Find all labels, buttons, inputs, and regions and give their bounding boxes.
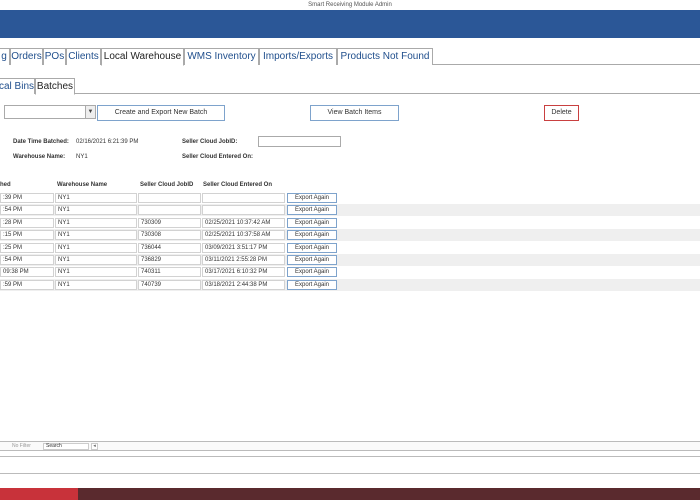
header-banner bbox=[0, 10, 700, 38]
table-row[interactable]: :54 PM NY1 736829 03/11/2021 2:55:28 PM Expo… bbox=[0, 254, 700, 266]
cell-warehouse-name[interactable]: NY1 bbox=[55, 255, 137, 265]
warehouse-name-value: NY1 bbox=[76, 154, 88, 160]
no-filter-indicator[interactable]: No Filter bbox=[12, 443, 31, 450]
table-row[interactable]: :59 PM NY1 740739 03/18/2021 2:44:38 PM Expo… bbox=[0, 278, 700, 291]
export-again-button[interactable]: Export Again bbox=[287, 279, 337, 290]
record-navigation-bar: No Filter Search ◂ bbox=[0, 441, 700, 451]
subtab-batches[interactable]: Batches bbox=[35, 78, 75, 95]
cell-date-batched[interactable]: :15 PM bbox=[0, 230, 54, 241]
export-again-button[interactable]: Export Again bbox=[287, 242, 337, 253]
cell-date-batched[interactable]: 09:38 PM bbox=[0, 267, 54, 278]
tab-partial[interactable]: g bbox=[0, 48, 10, 65]
cell-warehouse-name[interactable]: NY1 bbox=[55, 230, 137, 241]
header-date-batched: hed bbox=[0, 182, 11, 188]
taskbar-band bbox=[0, 488, 700, 500]
cell-seller-cloud-entered-on[interactable]: 03/17/2021 6:10:32 PM bbox=[202, 267, 285, 278]
tab-imports-exports[interactable]: Imports/Exports bbox=[259, 48, 337, 65]
cell-seller-cloud-entered-on[interactable]: 03/18/2021 2:44:38 PM bbox=[202, 279, 285, 290]
cell-seller-cloud-entered-on[interactable]: 02/25/2021 10:37:42 AM bbox=[202, 217, 285, 228]
export-again-button[interactable]: Export Again bbox=[287, 255, 337, 265]
table-row[interactable]: :25 PM NY1 736044 03/09/2021 3:51:17 PM Expo… bbox=[0, 242, 700, 254]
header-seller-cloud-entered-on: Seller Cloud Entered On bbox=[203, 182, 273, 188]
warehouse-name-label: Warehouse Name: bbox=[13, 154, 66, 160]
cell-warehouse-name[interactable]: NY1 bbox=[55, 242, 137, 253]
header-warehouse-name: Warehouse Name bbox=[57, 182, 108, 188]
cell-seller-cloud-entered-on[interactable]: 03/11/2021 2:55:28 PM bbox=[202, 255, 285, 265]
cell-seller-cloud-jobid[interactable]: 740311 bbox=[138, 267, 201, 278]
cell-warehouse-name[interactable]: NY1 bbox=[55, 279, 137, 290]
cell-seller-cloud-jobid[interactable]: 730309 bbox=[138, 217, 201, 228]
tab-local-warehouse[interactable]: Local Warehouse bbox=[101, 48, 184, 66]
table-row[interactable]: 09:38 PM NY1 740311 03/17/2021 6:10:32 PM Ex… bbox=[0, 266, 700, 278]
cell-date-batched[interactable]: :39 PM bbox=[0, 193, 54, 203]
cell-date-batched[interactable]: :25 PM bbox=[0, 242, 54, 253]
window-titlebar: Smart Receiving Module Admin bbox=[0, 0, 700, 10]
table-row[interactable]: :54 PM NY1 Export Again bbox=[0, 204, 700, 217]
date-batched-value: 02/16/2021 6:21:39 PM bbox=[76, 139, 139, 145]
cell-seller-cloud-entered-on[interactable] bbox=[202, 193, 285, 203]
cell-seller-cloud-jobid[interactable]: 730308 bbox=[138, 230, 201, 241]
cell-date-batched[interactable]: :54 PM bbox=[0, 205, 54, 216]
tab-orders[interactable]: Orders bbox=[10, 48, 43, 65]
cell-seller-cloud-jobid[interactable]: 736044 bbox=[138, 242, 201, 253]
tab-pos[interactable]: POs bbox=[43, 48, 66, 65]
tab-clients[interactable]: Clients bbox=[66, 48, 101, 65]
export-again-button[interactable]: Export Again bbox=[287, 193, 337, 203]
subtab-local-bins[interactable]: cal Bins bbox=[0, 78, 35, 94]
status-bar bbox=[0, 456, 700, 474]
table-row[interactable]: :28 PM NY1 730309 02/25/2021 10:37:42 AM Exp… bbox=[0, 217, 700, 229]
seller-cloud-jobid-label: Seller Cloud JobID: bbox=[182, 139, 238, 145]
seller-cloud-jobid-field[interactable] bbox=[258, 136, 341, 147]
header-seller-cloud-jobid: Seller Cloud JobID bbox=[140, 182, 194, 188]
cell-date-batched[interactable]: :59 PM bbox=[0, 279, 54, 290]
table-row[interactable]: :15 PM NY1 730308 02/25/2021 10:37:58 AM Exp… bbox=[0, 229, 700, 242]
export-again-button[interactable]: Export Again bbox=[287, 230, 337, 241]
cell-warehouse-name[interactable]: NY1 bbox=[55, 205, 137, 216]
cell-seller-cloud-jobid[interactable]: 740739 bbox=[138, 279, 201, 290]
search-input[interactable]: Search bbox=[43, 443, 89, 450]
cell-seller-cloud-jobid[interactable] bbox=[138, 193, 201, 203]
chevron-left-icon[interactable]: ◂ bbox=[91, 443, 98, 450]
table-row[interactable]: :39 PM NY1 Export Again bbox=[0, 192, 700, 204]
cell-date-batched[interactable]: :54 PM bbox=[0, 255, 54, 265]
view-batch-items-button[interactable]: View Batch Items bbox=[310, 105, 399, 121]
cell-seller-cloud-jobid[interactable]: 736829 bbox=[138, 255, 201, 265]
batch-select[interactable]: ▼ bbox=[4, 105, 96, 119]
seller-cloud-entered-label: Seller Cloud Entered On: bbox=[182, 154, 254, 160]
chevron-down-icon[interactable]: ▼ bbox=[85, 106, 95, 118]
export-again-button[interactable]: Export Again bbox=[287, 205, 337, 216]
cell-seller-cloud-entered-on[interactable]: 02/25/2021 10:37:58 AM bbox=[202, 230, 285, 241]
taskbar-accent bbox=[0, 488, 78, 500]
date-batched-label: Date Time Batched: bbox=[13, 139, 69, 145]
cell-warehouse-name[interactable]: NY1 bbox=[55, 193, 137, 203]
export-again-button[interactable]: Export Again bbox=[287, 267, 337, 278]
cell-warehouse-name[interactable]: NY1 bbox=[55, 267, 137, 278]
cell-seller-cloud-jobid[interactable] bbox=[138, 205, 201, 216]
sub-tab-bar: cal Bins Batches bbox=[0, 78, 700, 95]
delete-button[interactable]: Delete bbox=[544, 105, 579, 121]
cell-date-batched[interactable]: :28 PM bbox=[0, 217, 54, 228]
main-tab-bar: g Orders POs Clients Local Warehouse WMS… bbox=[0, 48, 700, 66]
export-again-button[interactable]: Export Again bbox=[287, 217, 337, 228]
cell-seller-cloud-entered-on[interactable] bbox=[202, 205, 285, 216]
window-title: Smart Receiving Module Admin bbox=[308, 2, 392, 8]
tab-products-not-found[interactable]: Products Not Found bbox=[337, 48, 433, 65]
create-export-batch-button[interactable]: Create and Export New Batch bbox=[97, 105, 225, 121]
cell-warehouse-name[interactable]: NY1 bbox=[55, 217, 137, 228]
cell-seller-cloud-entered-on[interactable]: 03/09/2021 3:51:17 PM bbox=[202, 242, 285, 253]
tab-wms-inventory[interactable]: WMS Inventory bbox=[184, 48, 259, 65]
